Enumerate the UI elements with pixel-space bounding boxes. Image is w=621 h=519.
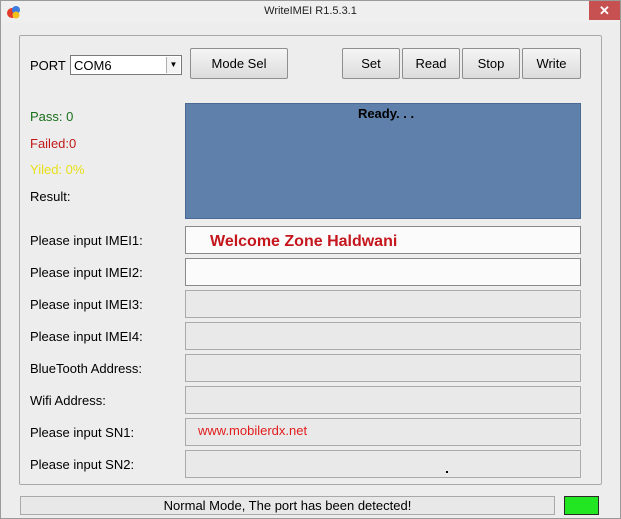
result-label: Result:	[30, 189, 71, 204]
title-bar: WriteIMEI R1.5.3.1 ✕	[1, 1, 620, 23]
imei3-label: Please input IMEI3:	[30, 297, 143, 312]
port-select-value: COM6	[74, 58, 112, 73]
status-bar: Normal Mode, The port has been detected!	[20, 496, 555, 515]
cursor-dot	[446, 471, 448, 473]
bluetooth-address-input[interactable]	[185, 354, 581, 382]
window-title: WriteIMEI R1.5.3.1	[264, 5, 357, 17]
pass-count: Pass: 0	[30, 109, 74, 124]
imei1-label: Please input IMEI1:	[30, 233, 143, 248]
imei4-label: Please input IMEI4:	[30, 329, 143, 344]
sn2-input[interactable]	[185, 450, 581, 478]
sn1-input[interactable]: www.mobilerdx.net	[185, 418, 581, 446]
log-status-text: Ready. . .	[357, 106, 415, 121]
wifi-address-label: Wifi Address:	[30, 393, 106, 408]
imei4-input[interactable]	[185, 322, 581, 350]
sn1-value: www.mobilerdx.net	[198, 423, 308, 438]
port-label: PORT	[30, 58, 66, 73]
failed-count: Failed:0	[30, 136, 77, 151]
imei3-input[interactable]	[185, 290, 581, 318]
log-panel: Ready. . .	[185, 103, 581, 219]
bluetooth-address-label: BlueTooth Address:	[30, 361, 143, 376]
imei1-input[interactable]: Welcome Zone Haldwani	[185, 226, 581, 254]
wifi-address-input[interactable]	[185, 386, 581, 414]
chevron-down-icon[interactable]: ▼	[166, 57, 180, 73]
port-select[interactable]: COM6 ▼	[70, 55, 182, 75]
stop-button[interactable]: Stop	[462, 48, 520, 79]
imei2-label: Please input IMEI2:	[30, 265, 143, 280]
set-button[interactable]: Set	[342, 48, 400, 79]
mode-sel-button[interactable]: Mode Sel	[190, 48, 288, 79]
app-window: WriteIMEI R1.5.3.1 ✕ PORT COM6 ▼ Mode Se…	[0, 0, 621, 519]
imei1-value: Welcome Zone Haldwani	[210, 233, 398, 250]
yield-percent: Yiled: 0%	[30, 162, 85, 177]
read-button[interactable]: Read	[402, 48, 460, 79]
sn1-label: Please input SN1:	[30, 425, 135, 440]
imei2-input[interactable]	[185, 258, 581, 286]
close-button[interactable]: ✕	[589, 1, 620, 20]
sn2-label: Please input SN2:	[30, 457, 135, 472]
status-led-indicator	[564, 496, 599, 515]
write-button[interactable]: Write	[522, 48, 581, 79]
